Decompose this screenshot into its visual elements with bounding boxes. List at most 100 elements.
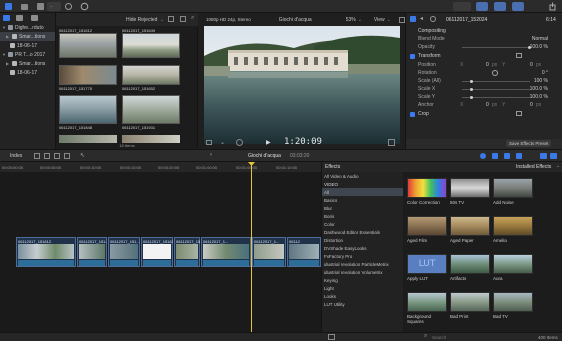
titles-generators-icon[interactable] — [31, 15, 38, 21]
browser-clip-partial[interactable] — [122, 135, 180, 143]
audio-skimming-icon[interactable] — [492, 153, 498, 159]
chevron-down-icon[interactable]: ⌄ — [556, 163, 560, 169]
timeline-clip[interactable]: 06112 — [287, 237, 321, 267]
insert-icon[interactable] — [44, 153, 50, 159]
append-icon[interactable] — [34, 153, 40, 159]
category-item[interactable]: Looks — [322, 292, 403, 300]
sidebar-item-library-2[interactable]: ▼ PR T...o 2017 — [0, 50, 55, 59]
connect-icon[interactable] — [64, 153, 70, 159]
category-item[interactable]: Color — [322, 220, 403, 228]
effect-item[interactable]: Amelia — [493, 216, 533, 243]
zoom-popup[interactable]: 53% — [346, 17, 356, 23]
timeline-ruler[interactable]: 00:00:00:00 00:00:05:00 00:00:10:00 00:0… — [0, 162, 321, 172]
anchor-y-value[interactable]: 0 — [530, 102, 533, 108]
filmstrip-view-icon[interactable] — [168, 16, 174, 22]
installed-effects-popup[interactable]: Installed Effects — [516, 164, 551, 170]
category-item[interactable]: All Video & Audio — [322, 172, 403, 180]
filter-popup[interactable]: Hide Rejected — [126, 17, 157, 23]
chevron-down-icon[interactable]: ⌄ — [358, 17, 362, 23]
anchor-x-value[interactable]: 0 — [486, 102, 489, 108]
scale-all-slider-knob[interactable] — [470, 80, 473, 83]
clip-appearance-icon[interactable] — [180, 16, 186, 22]
browser-clip[interactable]: 06112017_151775 — [59, 65, 117, 95]
solo-icon[interactable] — [504, 153, 510, 159]
photos-icon[interactable] — [20, 2, 29, 11]
select-tool-icon[interactable]: ↖ — [80, 152, 85, 159]
inspector-toggle-button[interactable] — [512, 2, 524, 11]
category-item[interactable]: DVShade EasyLooks — [322, 244, 403, 252]
effect-item[interactable]: 50s TV — [450, 178, 490, 205]
category-item[interactable]: idustrial revolution Volumetrix — [322, 268, 403, 276]
scale-y-slider-knob[interactable] — [470, 96, 473, 99]
disclosure-triangle-icon[interactable]: ▶ — [6, 34, 10, 39]
effect-item[interactable]: LUT Apply LUT — [407, 254, 447, 281]
opacity-slider[interactable] — [462, 47, 530, 48]
scale-y-value[interactable]: 100.0 % — [530, 94, 548, 100]
browser-clip[interactable]: 06112017_151848 — [59, 95, 117, 130]
transform-enable-checkbox[interactable] — [410, 53, 415, 59]
photos-audio-icon[interactable] — [16, 15, 23, 21]
enhancements-icon[interactable] — [236, 139, 243, 146]
effects-browser-icon[interactable] — [540, 153, 547, 159]
sidebar-item-event-1[interactable]: 18-06-17 — [0, 41, 55, 50]
transform-tool-icon[interactable] — [206, 140, 212, 145]
effect-item[interactable]: Background Squares — [407, 292, 447, 324]
category-item[interactable]: All — [322, 188, 403, 196]
sidebar-toggle-icon[interactable] — [328, 334, 335, 340]
timeline-toggle-button[interactable] — [494, 2, 506, 11]
timeline-clip[interactable]: 06112017_151... — [77, 237, 107, 267]
browser-clip[interactable]: 06112017_151931 — [122, 95, 180, 130]
save-effects-preset-button[interactable]: Save Effects Preset — [506, 140, 552, 147]
browser-toggle-button[interactable] — [476, 2, 488, 11]
fullscreen-icon[interactable] — [388, 139, 395, 146]
snapping-icon[interactable] — [516, 153, 522, 159]
position-y-value[interactable]: 0 — [530, 62, 533, 68]
timeline-clip[interactable]: 06112017_1519 — [174, 237, 200, 267]
transform-overlay-icon[interactable] — [516, 53, 522, 58]
disclosure-triangle-icon[interactable]: ▼ — [2, 52, 6, 57]
scale-all-value[interactable]: 100 % — [534, 78, 548, 84]
sidebar-item-smart-collections-1[interactable]: ▶ Smar...tions — [0, 32, 55, 41]
titles-icon[interactable] — [36, 2, 45, 11]
effect-item[interactable]: Aged Film — [407, 216, 447, 243]
browser-clip[interactable]: 06112017_151649 — [122, 28, 180, 58]
category-item[interactable]: FxFactory Pro — [322, 252, 403, 260]
share-icon[interactable] — [548, 2, 557, 11]
index-button[interactable]: Index — [10, 153, 22, 159]
browser-clip[interactable]: 06112017_151652 — [122, 65, 180, 95]
video-inspector-icon[interactable] — [410, 16, 416, 22]
effect-item[interactable]: Aged Paper — [450, 216, 490, 243]
library-icon[interactable] — [4, 2, 13, 11]
category-item[interactable]: Blur — [322, 204, 403, 212]
crop-enable-checkbox[interactable] — [410, 111, 415, 117]
rotation-dial[interactable] — [492, 70, 498, 76]
play-button[interactable]: ▶ — [266, 139, 271, 146]
check-icon[interactable] — [80, 2, 89, 11]
sidebar-item-library-1[interactable]: ▼ Dighe...rduto — [0, 23, 55, 32]
timeline-clip[interactable]: 06112017_151631 — [141, 237, 173, 267]
timeline[interactable]: 06112017_151612 06112017_151... 06112017… — [0, 162, 321, 332]
effect-item[interactable]: Add Noise — [493, 178, 533, 205]
effects-search-field[interactable]: Search — [432, 335, 446, 340]
opacity-value[interactable]: 100.0 % — [530, 44, 548, 50]
timeline-clip[interactable]: 06112017_1... — [252, 237, 286, 267]
viewer-timecode[interactable]: 1:20:09 — [284, 137, 322, 147]
category-item[interactable]: idustrial revolution ParticleMetrix — [322, 260, 403, 268]
category-item[interactable]: Keying — [322, 276, 403, 284]
fullscreen-icon[interactable] — [398, 16, 405, 23]
transitions-browser-icon[interactable] — [550, 153, 557, 159]
disclosure-triangle-icon[interactable]: ▶ — [6, 61, 10, 66]
back-arrow-icon[interactable]: ‹ — [210, 152, 212, 158]
effect-item[interactable]: Bad TV — [493, 292, 533, 319]
timeline-clip[interactable]: 06112017_151612 — [16, 237, 76, 267]
overwrite-icon[interactable] — [54, 153, 60, 159]
category-item[interactable]: Light — [322, 284, 403, 292]
position-x-value[interactable]: 0 — [486, 62, 489, 68]
disclosure-triangle-icon[interactable]: ▼ — [2, 25, 6, 30]
search-icon[interactable]: ⌕ — [191, 15, 194, 22]
info-inspector-icon[interactable] — [430, 16, 436, 22]
browser-clip[interactable]: 06112017_151612 — [59, 28, 117, 58]
scale-x-slider-knob[interactable] — [470, 88, 473, 91]
playhead[interactable] — [251, 162, 252, 332]
browser-clip-partial[interactable] — [59, 135, 117, 143]
